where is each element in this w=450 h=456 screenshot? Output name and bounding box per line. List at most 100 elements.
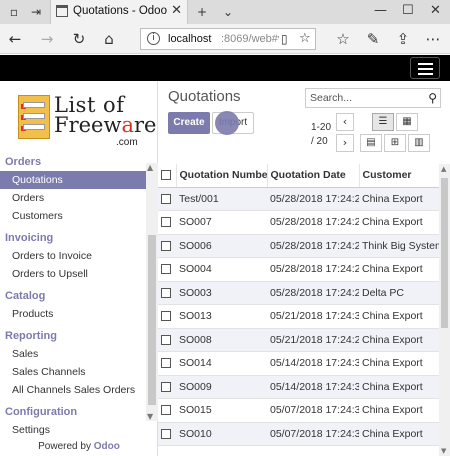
sidebar-item-products[interactable]: Products [0,305,146,323]
favorite-star-icon[interactable]: ☆ [299,31,311,46]
table-row[interactable]: SO008 05/21/2018 17:24:29 China Export [158,328,439,352]
tab-preview-icon[interactable]: ⇥ [28,4,44,20]
sidebar: List of Freeware .com Orders Quotations Or… [0,81,158,456]
sidebar-item-customers[interactable]: Customers [0,207,146,225]
select-all-checkbox[interactable] [158,164,177,188]
customer-cell: China Export [359,257,439,282]
notes-icon[interactable]: ✎ [364,30,382,48]
graph-view-icon[interactable]: ▥ [408,134,430,152]
browser-tab-quotations[interactable]: Quotations - Odoo ✕ [50,0,188,24]
quotation-number-cell: SO006 [176,234,267,258]
maximize-icon[interactable]: ☐ [402,3,414,18]
row-checkbox[interactable] [158,281,176,305]
scroll-up-icon[interactable]: ▲ [147,163,153,172]
pager-previous-button[interactable]: ‹ [336,113,354,131]
favorites-icon[interactable]: ☆ [334,30,352,48]
table-row[interactable]: SO014 05/14/2018 17:24:32 China Export [158,351,439,376]
close-tab-icon[interactable]: ✕ [171,3,182,18]
info-icon[interactable]: i [147,32,160,45]
create-button[interactable]: Create [168,112,210,134]
row-checkbox[interactable] [158,422,176,446]
sidebar-item-settings[interactable]: Settings [0,421,146,439]
customer-cell: China Export [359,398,439,423]
row-checkbox[interactable] [158,187,176,211]
scroll-down-icon[interactable]: ▼ [147,412,153,421]
quotation-number-cell: SO010 [176,422,267,446]
table-row[interactable]: SO013 05/21/2018 17:24:32 China Export [158,304,439,329]
more-icon[interactable]: ⋯ [424,30,442,48]
sidebar-section-catalog[interactable]: Catalog [0,287,146,305]
row-checkbox[interactable] [158,257,176,282]
sidebar-item-quotations[interactable]: Quotations [0,171,146,189]
search-box[interactable]: Search... ⚲ [305,88,441,108]
home-icon[interactable]: ⌂ [100,30,118,48]
logo-line3: .com [116,137,138,148]
list-scrollbar[interactable]: ▲ ▼ [439,164,450,456]
row-checkbox[interactable] [158,375,176,399]
quotation-date-cell: 05/14/2018 17:24:32 [267,351,359,376]
menu-toggle-button[interactable] [410,57,440,79]
pivot-view-icon[interactable]: ⊞ [384,134,406,152]
search-input[interactable]: Search... [310,92,352,104]
sidebar-section-invoicing[interactable]: Invoicing [0,229,146,247]
list-view-icon[interactable]: ☰ [372,113,394,131]
table-row[interactable]: SO007 05/28/2018 17:24:28 China Export [158,210,439,235]
pager-value[interactable]: 1-20 / 20 [311,121,337,149]
sidebar-section-orders[interactable]: Orders [0,153,146,171]
tab-actions-icon[interactable]: ▫ [6,4,22,20]
scroll-down-icon[interactable]: ▼ [441,447,446,455]
search-icon[interactable]: ⚲ [428,91,437,105]
scrollbar-thumb[interactable] [441,178,448,328]
refresh-icon[interactable]: ↻ [70,30,88,48]
kanban-view-icon[interactable]: ▦ [396,113,418,131]
table-row[interactable]: Test/001 05/28/2018 17:24:29 China Export [158,187,439,211]
table-row[interactable]: SO004 05/28/2018 17:24:27 China Export [158,257,439,282]
sidebar-item-orders[interactable]: Orders [0,189,146,207]
minimize-icon[interactable]: — [374,3,387,18]
odoo-top-bar [0,55,450,81]
tab-list-icon[interactable]: ⌄ [220,4,236,20]
share-icon[interactable]: ⇪ [394,30,412,48]
sidebar-section-reporting[interactable]: Reporting [0,327,146,345]
sidebar-item-all-channels-sales-orders[interactable]: All Channels Sales Orders [0,381,146,399]
row-checkbox[interactable] [158,304,176,329]
scrollbar-thumb[interactable] [148,235,156,405]
row-checkbox[interactable] [158,398,176,423]
reading-view-icon[interactable]: ▯ [281,32,288,46]
customer-cell: China Export [359,351,439,376]
back-icon[interactable]: ← [6,30,24,48]
table-row[interactable]: SO003 05/28/2018 17:24:26 Delta PC [158,281,439,305]
address-bar[interactable]: i localhost :8069/web#vie ▯ ☆ [140,28,316,50]
sidebar-item-orders-to-upsell[interactable]: Orders to Upsell [0,265,146,283]
sidebar-item-orders-to-invoice[interactable]: Orders to Invoice [0,247,146,265]
close-window-icon[interactable]: ✕ [430,3,441,18]
table-row[interactable]: SO010 05/07/2018 17:24:30 China Export [158,422,439,446]
row-checkbox[interactable] [158,328,176,352]
list-of-freeware-logo[interactable]: List of Freeware .com [16,93,156,148]
calendar-view-icon[interactable]: ▤ [360,134,382,152]
touch-cursor-indicator [215,111,239,135]
customer-cell: China Export [359,304,439,329]
row-checkbox[interactable] [158,210,176,235]
table-row[interactable]: SO015 05/07/2018 17:24:32 China Export [158,398,439,423]
quotation-date-cell: 05/14/2018 17:24:30 [267,375,359,399]
sidebar-item-sales-channels[interactable]: Sales Channels [0,363,146,381]
sidebar-section-configuration[interactable]: Configuration [0,403,146,421]
column-header-customer[interactable]: Customer [359,164,439,188]
row-checkbox[interactable] [158,351,176,376]
quotation-number-cell: SO007 [176,210,267,235]
new-tab-icon[interactable]: + [194,4,210,20]
sidebar-item-sales[interactable]: Sales [0,345,146,363]
row-checkbox[interactable] [158,234,176,258]
sidebar-menu: Orders Quotations Orders Customers Invoicing… [0,151,146,441]
table-row[interactable]: SO00605/28/2018 17:24:28Think Big System… [158,234,439,258]
scroll-up-icon[interactable]: ▲ [441,165,446,173]
odoo-link[interactable]: Odoo [94,441,120,452]
table-row[interactable]: SO009 05/14/2018 17:24:30 China Export [158,375,439,399]
pager-next-button[interactable]: › [336,134,354,152]
forward-icon[interactable]: → [38,30,56,48]
column-header-quotation-date[interactable]: Quotation Date [267,164,360,188]
sidebar-scrollbar[interactable]: ▲ ▼ [146,163,158,421]
column-header-quotation-number[interactable]: Quotation Number [176,164,268,188]
notepad-icon [18,95,50,139]
